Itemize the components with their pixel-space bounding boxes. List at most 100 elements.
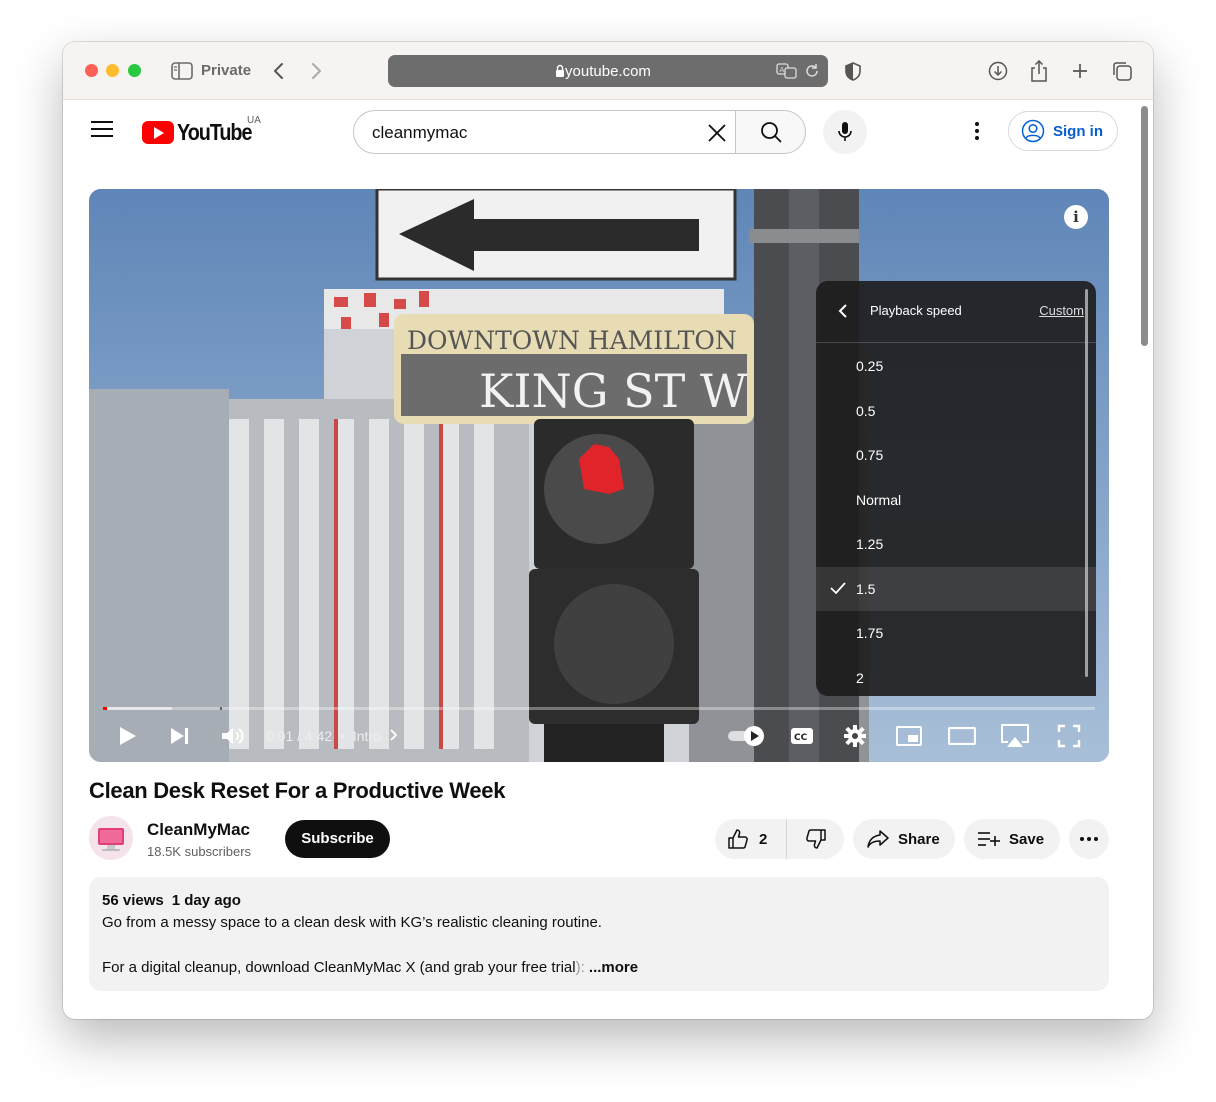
description-line-2: For a digital cleanup, download CleanMyM…: [102, 959, 638, 976]
sidebar-toggle-icon[interactable]: [170, 59, 194, 83]
airplay-button[interactable]: [999, 722, 1031, 750]
reload-icon[interactable]: [804, 63, 820, 79]
speed-option[interactable]: 0.75: [816, 433, 1096, 478]
address-bar[interactable]: youtube.com A: [388, 55, 828, 87]
dislike-button[interactable]: [787, 819, 844, 859]
speed-option[interactable]: 1.5: [816, 566, 1096, 611]
play-icon: [120, 727, 136, 745]
progress-bar[interactable]: [103, 707, 1095, 710]
airplay-icon: [1001, 724, 1029, 747]
chapter-title[interactable]: Intro: [353, 728, 381, 744]
close-window-button[interactable]: [85, 64, 98, 77]
captions-button[interactable]: CC: [789, 722, 815, 750]
speed-option-label: 1.75: [856, 625, 884, 641]
search-input[interactable]: cleanmymac: [353, 110, 736, 154]
settings-more-icon[interactable]: [967, 119, 987, 143]
thumbs-down-icon: [805, 829, 826, 849]
play-button[interactable]: [115, 722, 141, 750]
search-button[interactable]: [735, 110, 806, 154]
speed-option[interactable]: 2: [816, 656, 1096, 697]
cleanmymac-logo-icon: [89, 816, 133, 860]
mute-button[interactable]: [219, 722, 247, 750]
page-scrollbar[interactable]: [1141, 106, 1148, 346]
menu-icon[interactable]: [91, 121, 113, 139]
share-button[interactable]: Share: [853, 819, 955, 859]
microphone-icon: [838, 122, 852, 141]
forward-icon[interactable]: [305, 59, 329, 83]
duration: 4:42: [304, 728, 333, 744]
playback-speed-menu: Playback speed Custom 0.25 0.5 0.75 Normal 1…: [816, 281, 1096, 696]
speed-option[interactable]: 1.25: [816, 522, 1096, 567]
miniplayer-button[interactable]: [895, 722, 923, 750]
youtube-logo[interactable]: YouTube: [142, 119, 264, 145]
custom-speed-link[interactable]: Custom: [1039, 303, 1084, 318]
sign-in-label: Sign in: [1053, 122, 1103, 140]
voice-search-button[interactable]: [823, 110, 867, 154]
svg-text:A: A: [780, 66, 785, 74]
save-button[interactable]: Save: [964, 819, 1060, 859]
speed-option-label: 1.5: [856, 580, 876, 597]
privacy-shield-icon[interactable]: [841, 59, 865, 83]
description-line-1: Go from a messy space to a clean desk wi…: [102, 914, 602, 931]
like-dislike-group: 2: [715, 819, 844, 859]
chevron-right-icon[interactable]: [389, 729, 398, 741]
speed-option[interactable]: 1.75: [816, 611, 1096, 656]
video-player[interactable]: DOWNTOWN HAMILTON KING ST W i Playback s…: [89, 189, 1109, 762]
info-icon[interactable]: i: [1064, 205, 1088, 229]
time-display: 0:01 / 4:42 • Intro: [266, 728, 398, 744]
current-time: 0:01: [266, 728, 294, 744]
subscribe-button[interactable]: Subscribe: [285, 820, 390, 858]
chevron-left-icon[interactable]: [838, 303, 848, 319]
gear-icon: [844, 725, 866, 747]
youtube-play-logo-icon: [142, 120, 174, 144]
video-title: Clean Desk Reset For a Productive Week: [89, 778, 506, 803]
theater-mode-button[interactable]: [947, 722, 977, 750]
translate-icon[interactable]: A: [776, 63, 798, 79]
skip-next-icon: [171, 728, 188, 744]
new-tab-icon[interactable]: [1068, 59, 1092, 83]
speed-option[interactable]: 0.5: [816, 389, 1096, 434]
channel-name[interactable]: CleanMyMac: [147, 820, 250, 840]
upload-date: 1 day ago: [171, 892, 241, 909]
avatar[interactable]: [89, 816, 133, 860]
speed-option-label: Normal: [856, 491, 902, 508]
speed-menu-scrollbar[interactable]: [1085, 289, 1088, 677]
speed-option[interactable]: 0.25: [816, 344, 1096, 389]
checkmark-icon: [830, 581, 846, 594]
account-circle-icon: [1021, 119, 1045, 143]
show-more-link[interactable]: ...more: [589, 959, 638, 976]
sign-in-button[interactable]: Sign in: [1008, 111, 1118, 151]
tab-overview-icon[interactable]: [1110, 59, 1134, 83]
clear-search-icon[interactable]: [706, 122, 728, 144]
share-arrow-icon: [867, 830, 889, 848]
minimize-window-button[interactable]: [106, 64, 119, 77]
miniplayer-icon: [896, 726, 922, 746]
description-faded-text: ):: [575, 959, 585, 976]
playlist-add-icon: [978, 832, 1000, 846]
like-button[interactable]: 2: [715, 819, 787, 859]
speed-menu-title: Playback speed: [870, 303, 962, 318]
speed-option[interactable]: Normal: [816, 478, 1096, 523]
next-button[interactable]: [167, 722, 193, 750]
country-code: UA: [247, 115, 261, 126]
browser-toolbar: Private youtube.com A: [63, 42, 1153, 100]
fullscreen-button[interactable]: [1056, 722, 1082, 750]
thumbs-up-icon: [728, 829, 748, 849]
more-actions-button[interactable]: [1069, 819, 1109, 859]
browser-window: Private youtube.com A YouTube UA cleanmy…: [63, 42, 1153, 1019]
back-icon[interactable]: [266, 59, 290, 83]
settings-button[interactable]: [842, 722, 868, 750]
zoom-window-button[interactable]: [128, 64, 141, 77]
scene-sign-line1: DOWNTOWN HAMILTON: [407, 326, 737, 355]
speed-option-label: 0.75: [856, 447, 884, 463]
url-text: youtube.com: [565, 63, 651, 80]
save-label: Save: [1009, 830, 1045, 848]
svg-text:CC: CC: [794, 733, 808, 743]
speed-option-label: 0.25: [856, 358, 884, 374]
description-box[interactable]: 56 views 1 day ago Go from a messy space …: [89, 877, 1109, 991]
autoplay-toggle[interactable]: [727, 722, 765, 750]
closed-captions-icon: CC: [791, 728, 813, 744]
search-query[interactable]: cleanmymac: [372, 123, 467, 143]
share-page-icon[interactable]: [1027, 59, 1051, 83]
downloads-icon[interactable]: [986, 59, 1010, 83]
